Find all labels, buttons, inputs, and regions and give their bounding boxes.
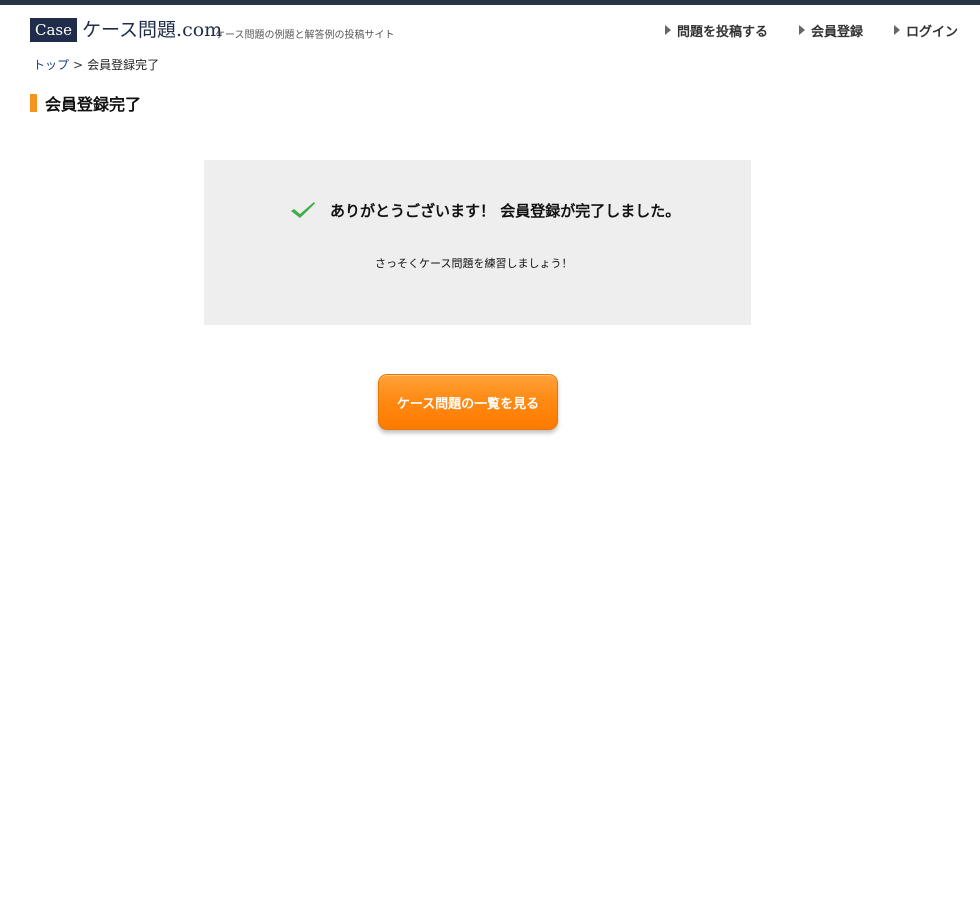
triangle-right-icon [798, 25, 805, 35]
nav-register-label: 会員登録 [810, 24, 863, 40]
triangle-right-icon [893, 25, 900, 35]
view-case-list-button[interactable]: ケース問題の一覧を見る [378, 374, 558, 430]
breadcrumb: トップ > 会員登録完了 [33, 56, 159, 73]
breadcrumb-home-link[interactable]: トップ [33, 58, 69, 72]
header-nav: 問題を投稿する 会員登録 ログイン [664, 21, 958, 40]
breadcrumb-current: 会員登録完了 [87, 58, 160, 72]
breadcrumb-separator: > [73, 58, 84, 72]
logo-text: ケース問題.com [82, 19, 223, 41]
nav-login-label: ログイン [905, 24, 958, 40]
nav-register[interactable]: 会員登録 [798, 21, 863, 40]
title-accent-bar [30, 94, 37, 112]
site-tagline: ケース問題の例題と解答例の投稿サイト [215, 30, 395, 41]
site-logo[interactable]: Case ケース問題.com [30, 18, 222, 42]
page-title: 会員登録完了 [30, 94, 142, 114]
completion-subtitle: さっそくケース問題を練習しましょう！ [375, 257, 573, 270]
check-icon [291, 202, 315, 218]
nav-post-question[interactable]: 問題を投稿する [664, 21, 768, 40]
nav-login[interactable]: ログイン [893, 21, 958, 40]
nav-post-question-label: 問題を投稿する [676, 24, 768, 40]
completion-message-box: ありがとうございます！ 会員登録が完了しました。 さっそくケース問題を練習しまし… [204, 160, 751, 325]
logo-box: Case [30, 18, 77, 42]
top-bar [0, 0, 980, 5]
triangle-right-icon [664, 25, 671, 35]
completion-message: ありがとうございます！ 会員登録が完了しました。 [290, 198, 680, 222]
completion-title: ありがとうございます！ 会員登録が完了しました。 [330, 201, 681, 220]
page-title-text: 会員登録完了 [45, 95, 142, 114]
